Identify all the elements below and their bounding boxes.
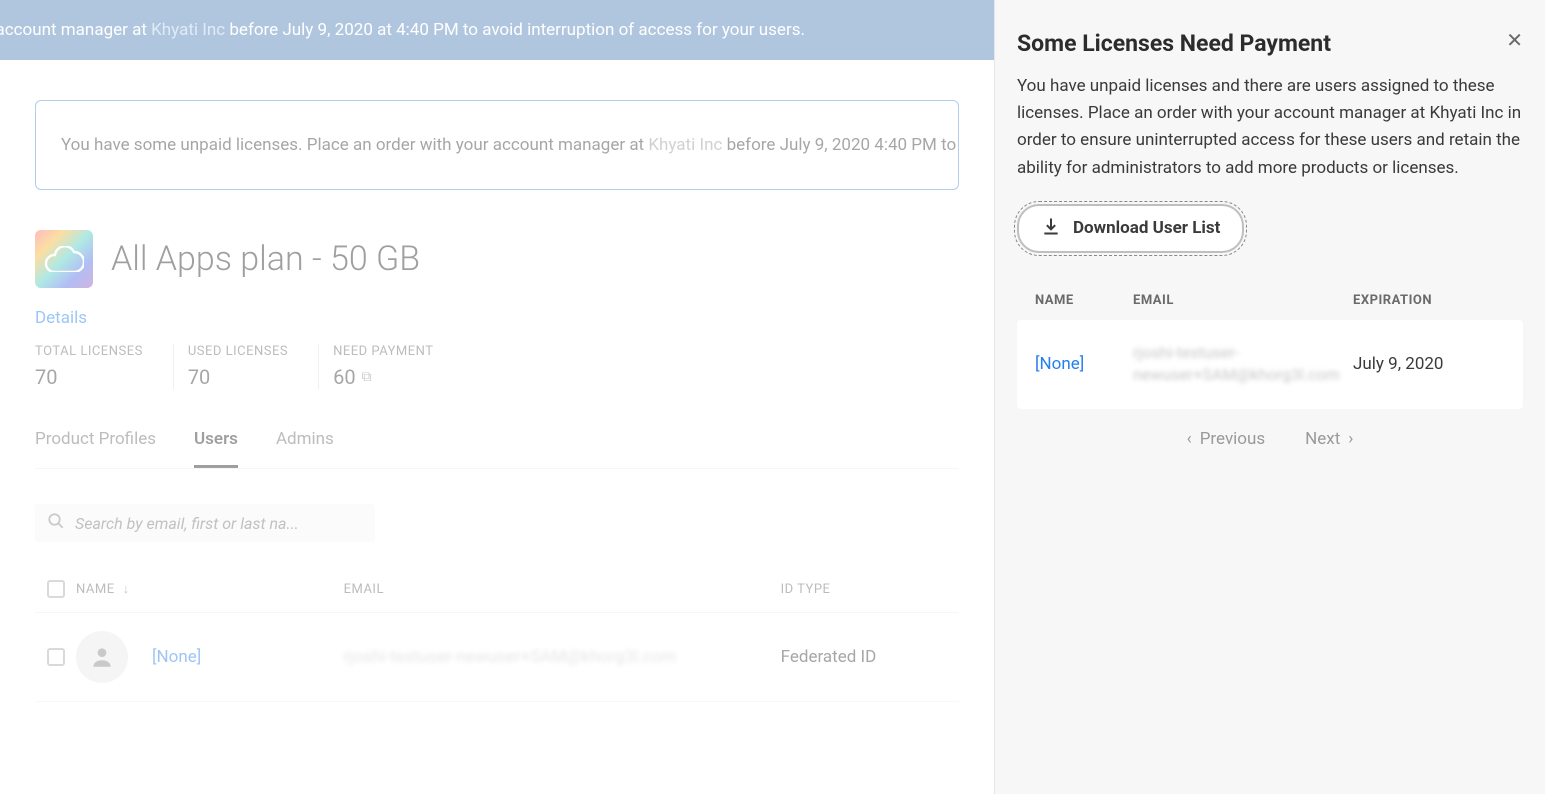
banner-company: Khyati Inc	[151, 20, 225, 40]
warning-company: Khyati Inc	[648, 135, 722, 155]
col-idtype-header[interactable]: ID TYPE	[781, 582, 959, 597]
search-input[interactable]	[75, 514, 363, 533]
need-payment-label: NEED PAYMENT	[333, 344, 433, 359]
total-licenses-value: 70	[35, 365, 143, 389]
download-icon	[1041, 216, 1061, 241]
panel-col-email: EMAIL	[1133, 293, 1353, 308]
table-row[interactable]: [None] rjoshi-testuser-newuser+SAM@khorg…	[35, 613, 959, 702]
warning-prefix: You have some unpaid licenses. Place an …	[61, 135, 648, 155]
used-licenses-label: USED LICENSES	[188, 344, 288, 359]
col-email-header[interactable]: EMAIL	[344, 582, 781, 597]
search-input-wrapper[interactable]	[35, 504, 375, 542]
download-user-list-button[interactable]: Download User List	[1017, 204, 1244, 253]
panel-body: You have unpaid licenses and there are u…	[1017, 73, 1523, 182]
creative-cloud-icon	[35, 230, 93, 288]
side-panel: Some Licenses Need Payment ✕ You have un…	[994, 0, 1545, 794]
user-idtype: Federated ID	[781, 647, 959, 667]
sort-down-icon[interactable]: ↓	[123, 581, 130, 597]
search-icon	[47, 512, 65, 534]
tab-product-profiles[interactable]: Product Profiles	[35, 419, 156, 468]
avatar	[76, 631, 128, 683]
warning-box: You have some unpaid licenses. Place an …	[35, 100, 959, 190]
top-banner: n order with your account manager at Khy…	[0, 0, 994, 60]
panel-col-expiration: EXPIRATION	[1353, 293, 1505, 308]
user-email: rjoshi-testuser-newuser+SAM@khorg3l.com	[344, 647, 781, 667]
tab-users[interactable]: Users	[194, 419, 238, 468]
close-icon[interactable]: ✕	[1506, 30, 1523, 50]
details-link[interactable]: Details	[35, 308, 959, 328]
col-name-header[interactable]: NAME	[76, 582, 115, 597]
popup-icon[interactable]: ⧉	[362, 369, 372, 385]
banner-suffix: before July 9, 2020 at 4:40 PM to avoid …	[229, 20, 805, 40]
previous-button[interactable]: ‹ Previous	[1187, 429, 1266, 449]
warning-suffix: before July 9, 2020 4:40 PM to avo	[727, 135, 959, 155]
panel-user-row[interactable]: [None] rjoshi-testuser-newuser+SAM@khorg…	[1017, 320, 1523, 409]
panel-title: Some Licenses Need Payment	[1017, 30, 1331, 57]
need-payment-value: 60	[333, 365, 355, 389]
next-label: Next	[1305, 429, 1340, 449]
panel-user-expiration: July 9, 2020	[1353, 354, 1505, 374]
download-label: Download User List	[1073, 218, 1220, 238]
previous-label: Previous	[1200, 429, 1265, 449]
total-licenses-label: TOTAL LICENSES	[35, 344, 143, 359]
used-licenses-value: 70	[188, 365, 288, 389]
chevron-right-icon: ›	[1348, 429, 1353, 449]
panel-user-name[interactable]: [None]	[1035, 354, 1133, 374]
next-button[interactable]: Next ›	[1305, 429, 1353, 449]
select-all-checkbox[interactable]	[47, 580, 65, 598]
page-title: All Apps plan - 50 GB	[111, 239, 420, 279]
row-checkbox[interactable]	[47, 648, 65, 666]
panel-user-email: rjoshi-testuser-newuser+SAM@khorg3l.com	[1133, 342, 1353, 387]
chevron-left-icon: ‹	[1187, 429, 1192, 449]
user-name-link[interactable]: [None]	[152, 647, 201, 667]
banner-prefix: n order with your account manager at	[0, 20, 151, 40]
panel-col-name: NAME	[1035, 293, 1133, 308]
tab-admins[interactable]: Admins	[276, 419, 334, 468]
